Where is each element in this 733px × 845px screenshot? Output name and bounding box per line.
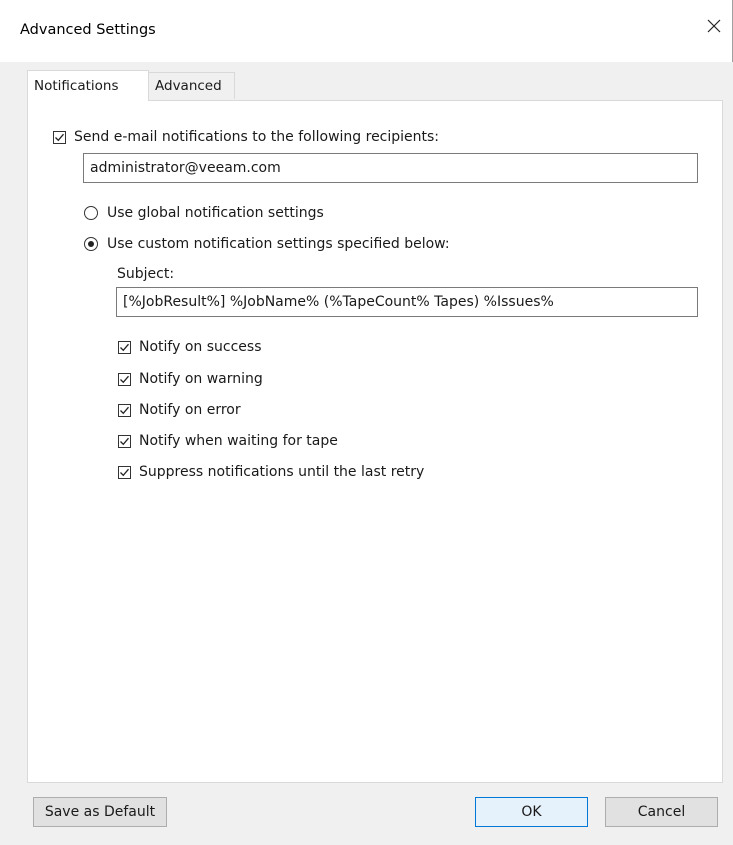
save-as-default-button[interactable]: Save as Default [33, 797, 167, 827]
use-global-row[interactable]: Use global notification settings [84, 205, 324, 221]
use-custom-label: Use custom notification settings specifi… [107, 236, 450, 252]
notify-waiting-tape-checkbox[interactable] [118, 434, 131, 448]
suppress-notifications-checkbox[interactable] [118, 465, 131, 479]
suppress-notifications-label: Suppress notifications until the last re… [139, 464, 425, 480]
dialog-body: Notifications Advanced Send e-mail notif… [0, 62, 733, 845]
checkmark-icon [120, 437, 129, 445]
dialog-title: Advanced Settings [20, 22, 156, 38]
notify-error-label: Notify on error [139, 402, 241, 418]
recipients-input[interactable]: administrator@veeam.com [83, 153, 698, 183]
option-row[interactable]: Notify on error [118, 402, 241, 418]
checkmark-icon [120, 468, 129, 476]
ok-button[interactable]: OK [475, 797, 588, 827]
title-bar: Advanced Settings [0, 0, 733, 62]
notify-waiting-tape-label: Notify when waiting for tape [139, 433, 338, 449]
close-icon [707, 19, 721, 33]
option-row[interactable]: Notify when waiting for tape [118, 433, 338, 449]
close-button[interactable] [696, 8, 732, 44]
tab-notifications[interactable]: Notifications [27, 70, 149, 101]
notify-success-label: Notify on success [139, 339, 262, 355]
notify-warning-label: Notify on warning [139, 371, 263, 387]
send-email-row[interactable]: Send e-mail notifications to the followi… [53, 129, 439, 145]
use-custom-row[interactable]: Use custom notification settings specifi… [84, 236, 450, 252]
notifications-panel: Send e-mail notifications to the followi… [27, 100, 723, 783]
use-global-label: Use global notification settings [107, 205, 324, 221]
send-email-checkbox[interactable] [53, 130, 66, 144]
notify-success-checkbox[interactable] [118, 340, 131, 354]
use-global-radio[interactable] [84, 206, 98, 220]
option-row[interactable]: Suppress notifications until the last re… [118, 464, 424, 480]
subject-label: Subject: [117, 266, 175, 282]
cancel-button[interactable]: Cancel [605, 797, 718, 827]
checkmark-icon [120, 375, 129, 383]
send-email-label: Send e-mail notifications to the followi… [74, 129, 440, 145]
option-row[interactable]: Notify on success [118, 339, 262, 355]
notify-error-checkbox[interactable] [118, 403, 131, 417]
use-custom-radio[interactable] [84, 237, 98, 251]
checkmark-icon [120, 406, 129, 414]
advanced-settings-dialog: Advanced Settings Notifications Advanced… [0, 0, 733, 845]
notify-warning-checkbox[interactable] [118, 372, 131, 386]
tab-advanced[interactable]: Advanced [148, 72, 235, 99]
option-row[interactable]: Notify on warning [118, 371, 263, 387]
checkmark-icon [55, 133, 64, 141]
checkmark-icon [120, 343, 129, 351]
subject-input[interactable]: [%JobResult%] %JobName% (%TapeCount% Tap… [116, 287, 698, 317]
